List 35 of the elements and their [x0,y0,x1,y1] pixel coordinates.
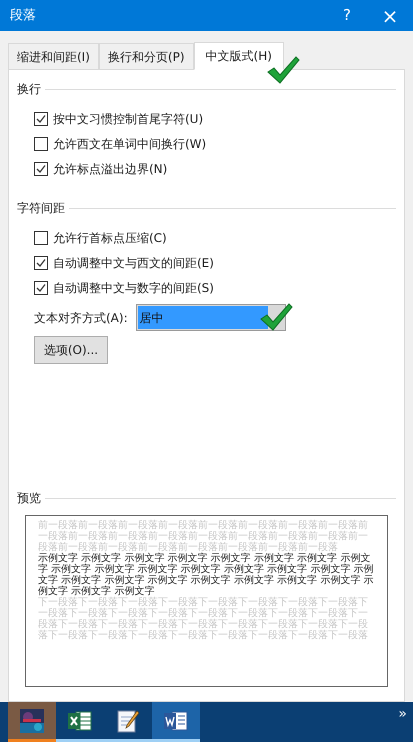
option-label: 自动调整中文与数字的间距(S) [53,280,214,296]
checkbox[interactable] [34,136,48,150]
option-label: 按中文习惯控制首尾字符(U) [53,110,204,128]
spreadsheet-icon [68,710,92,732]
taskbar-overflow-button[interactable]: » [392,702,413,725]
window-title: 段落 [10,6,37,25]
tab[interactable]: 换行和分页(P) [98,43,194,69]
option-label: 自动调整中文与西文的间距(E) [53,254,214,272]
checkbox[interactable] [34,256,48,270]
help-button[interactable]: ? [327,0,367,31]
tab[interactable]: 中文版式(H) [194,42,284,70]
taskbar-button[interactable] [152,702,200,742]
options-button[interactable]: 选项(O)... [34,336,108,364]
check-mark-icon [259,302,293,332]
alignment-label: 文本对齐方式(A): [34,310,128,326]
taskbar-button[interactable] [8,702,56,742]
checkbox[interactable] [34,162,48,176]
checkbox[interactable] [34,230,48,244]
preview-text: 前一段落前一段落前一段落前一段落前一段落前一段落前一段落前一段落前一段落前一段落前一段落前一段落前一段落前一段落前一段落前一段落前一段落前一段落前一段落前一段落前一段落前一段落前一段落前一段落 [38,520,368,553]
alignment-dropdown[interactable]: 居中 [136,304,286,331]
section-title: 换行 [17,81,41,98]
preview-text: 示例文字 示例文字 示例文字 示例文字 示例文字 示例文字 示例文字 示例文字 示例文字 示例文字 示例文字 示例文字 示例文字 示例文字 示例文字 示例文字 示例文字 示例文字 示例文字 示例文字 示例文字 示例文字 示例文字 示例文字 示例文字 示例文字 [38,553,374,597]
checkbox[interactable] [34,112,48,126]
option-label: 允许行首标点压缩(C) [53,230,167,246]
checkbox[interactable] [34,280,48,294]
section-title: 预览 [17,490,41,507]
document-icon [164,710,188,732]
tab[interactable]: 缩进和间距(I) [8,43,99,69]
dropdown-value: 居中 [138,306,268,329]
option-label: 允许西文在单词中间换行(W) [53,136,206,152]
section-title: 字符间距 [17,200,65,217]
preview-text: 下一段落下一段落下一段落下一段落下一段落下一段落下一段落下一段落下一段落下一段落下一段落下一段落下一段落下一段落下一段落下一段落下一段落下一段落下一段落下一段落下一段落下一段落下一段落下一段落下一段落下一段落下一段落下一段落下一段落下一段落下一段落下一段落下一段落 [38,597,369,641]
close-button[interactable]: × [367,0,413,31]
notepad-icon [117,708,139,732]
option-label: 允许标点溢出边界(N) [53,160,168,178]
